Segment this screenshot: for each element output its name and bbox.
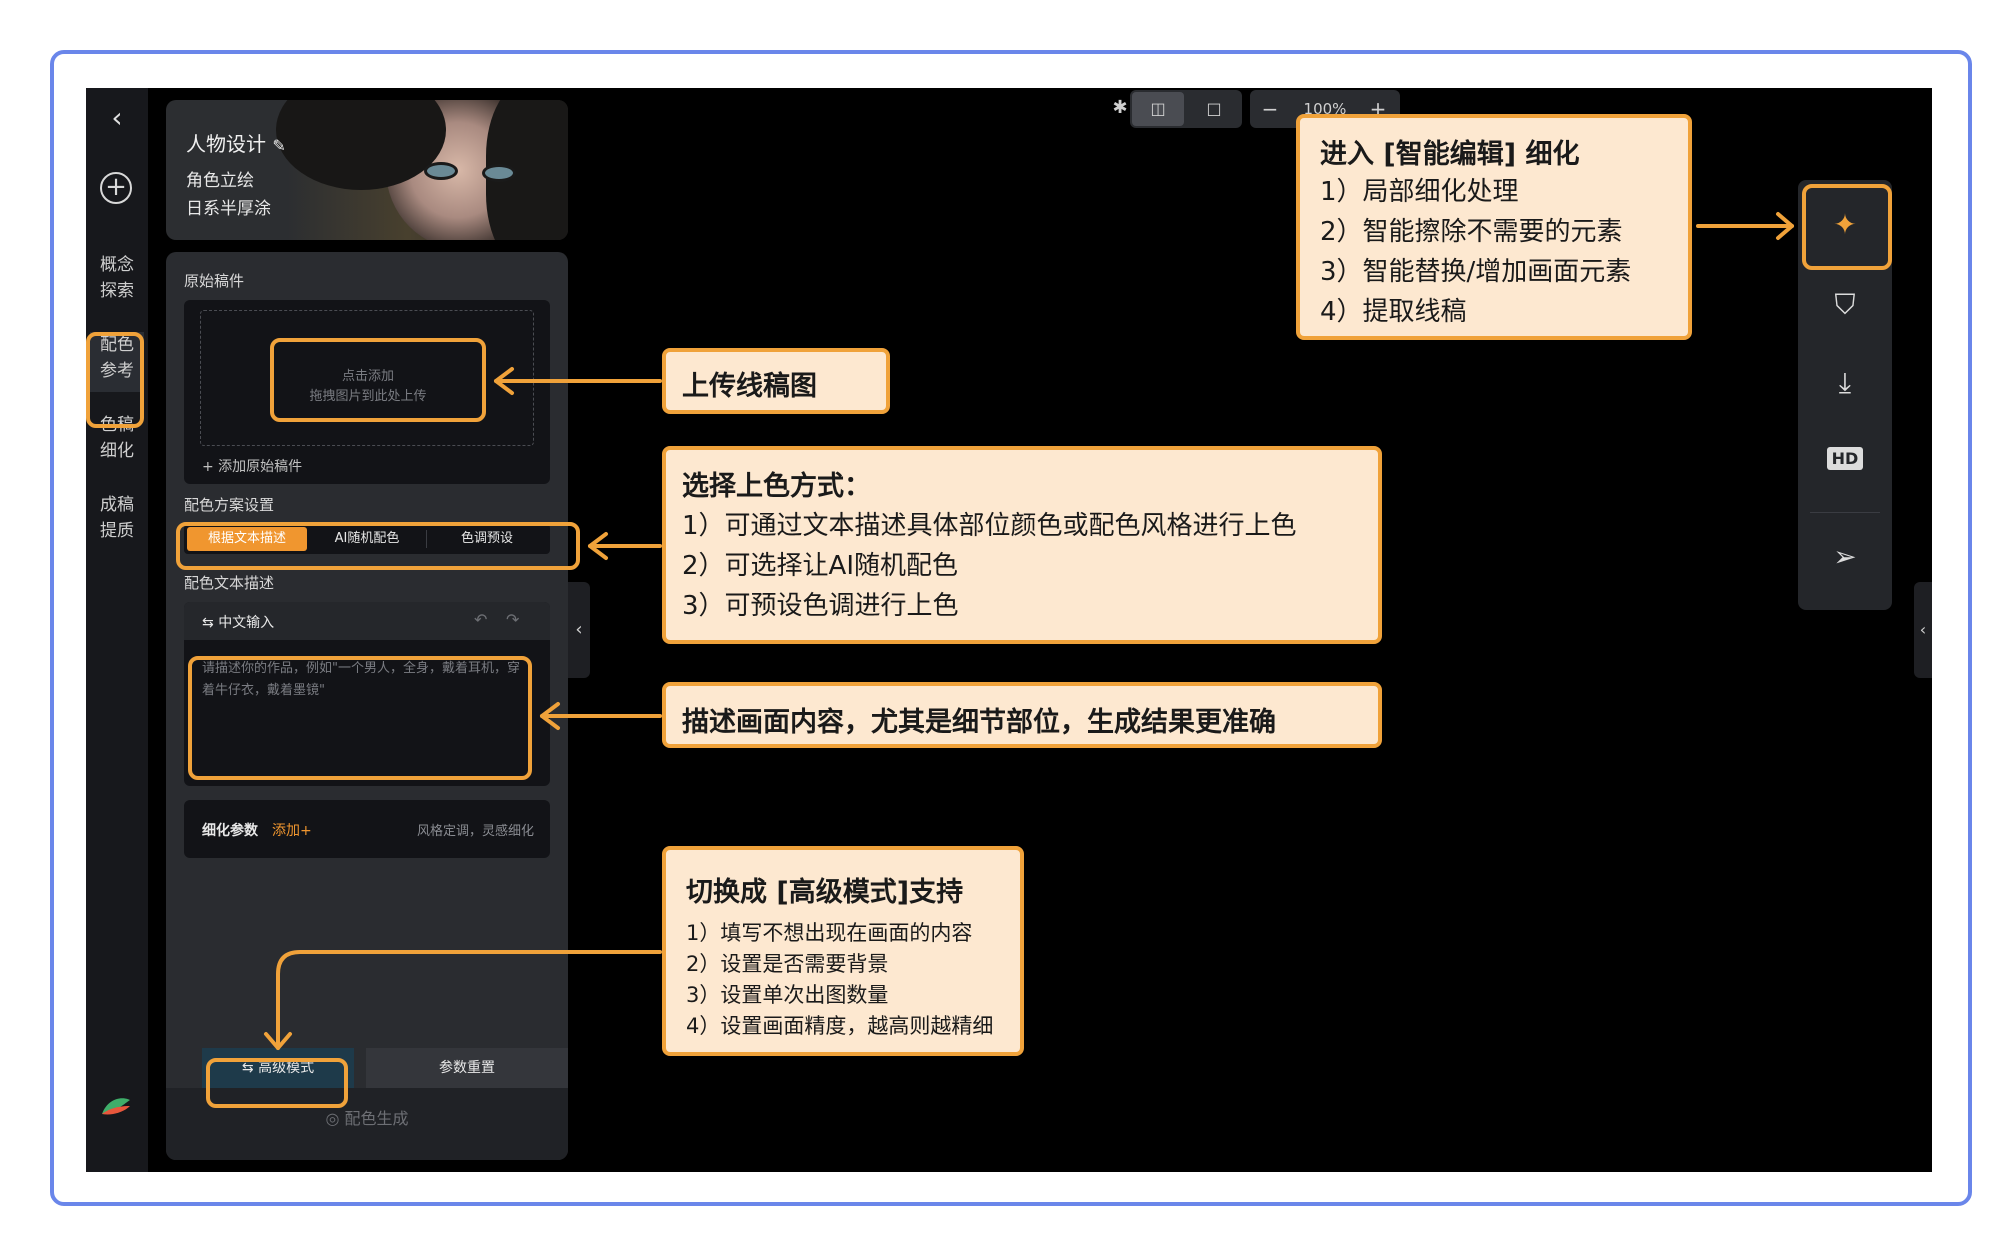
project-card[interactable]: 人物设计 ✎ 角色立绘 日系半厚涂 [166, 100, 568, 240]
callout-smart-line: 3）智能替换/增加画面元素 [1320, 257, 1632, 287]
shield-badge-icon[interactable]: ⛉ [1820, 280, 1870, 330]
highlight-nav-color [86, 332, 144, 428]
callout-smart-edit: 进入 [智能编辑] 细化 1）局部细化处理 2）智能擦除不需要的元素 3）智能替… [1296, 114, 1692, 340]
highlight-scheme [176, 522, 580, 570]
callout-advanced-line: 3）设置单次出图数量 [686, 983, 889, 1007]
nav-item-concept[interactable]: 概念 探索 [90, 252, 144, 312]
refine-params-row[interactable]: 细化参数 添加+ 风格定调，灵感细化 [184, 800, 550, 858]
project-title: 人物设计 ✎ [186, 132, 286, 156]
callout-advanced: 切换成 [高级模式]支持 1）填写不想出现在画面的内容 2）设置是否需要背景 3… [662, 846, 1024, 1056]
project-style: 日系半厚涂 [186, 199, 271, 219]
highlight-smart-edit [1802, 184, 1892, 270]
scheme-section-label: 配色方案设置 [184, 496, 275, 514]
callout-smart-line: 4）提取线稿 [1320, 297, 1467, 327]
brand-logo-icon [102, 1098, 130, 1115]
callout-upload: 上传线稿图 [662, 348, 890, 414]
add-params-button[interactable]: 添加+ [272, 820, 312, 840]
callout-coloring-line: 1）可通过文本描述具体部位颜色或配色风格进行上色 [682, 511, 1297, 541]
portrait-eye [482, 164, 516, 182]
input-language-toggle[interactable]: ⇆ 中文输入 [202, 612, 274, 632]
view-mode-toggle: ◫ □ [1130, 90, 1242, 128]
collapse-right-panel-icon[interactable]: ‹ [1914, 582, 1932, 678]
send-icon[interactable]: ➢ [1820, 532, 1870, 582]
callout-coloring-line: 2）可选择让AI随机配色 [682, 551, 958, 581]
description-header: ⇆ 中文输入 ↶ ↷ [184, 602, 550, 640]
highlight-advanced [206, 1058, 348, 1108]
nav-item-final-quality[interactable]: 成稿 提质 [90, 492, 144, 552]
project-subtitle: 角色立绘 [186, 171, 254, 191]
sketch-section-label: 原始稿件 [184, 272, 245, 290]
callout-coloring-title: 选择上色方式： [682, 471, 871, 502]
undo-icon[interactable]: ↶ [474, 610, 487, 629]
single-view-icon[interactable]: □ [1188, 92, 1240, 126]
add-sketch-link[interactable]: + 添加原始稿件 [202, 456, 302, 476]
callout-describe-text: 描述画面内容，尤其是细节部位，生成结果更准确 [682, 707, 1276, 738]
left-nav: ‹ + 概念 探索 配色 参考 色稿 细化 成稿 提质 [86, 88, 148, 1172]
palette-icon: ◎ [325, 1109, 340, 1128]
download-icon[interactable]: ⤓ [1820, 358, 1870, 408]
callout-advanced-title: 切换成 [高级模式]支持 [686, 877, 964, 908]
callout-smart-line: 2）智能擦除不需要的元素 [1320, 217, 1623, 247]
callout-advanced-line: 1）填写不想出现在画面的内容 [686, 921, 973, 945]
edit-pencil-icon[interactable]: ✎ [272, 136, 285, 155]
callout-smart-title: 进入 [智能编辑] 细化 [1320, 139, 1580, 170]
callout-coloring-line: 3）可预设色调进行上色 [682, 591, 959, 621]
collapse-left-panel-icon[interactable]: ‹ [568, 582, 590, 678]
back-icon[interactable]: ‹ [104, 102, 130, 134]
refine-params-label: 细化参数 [202, 823, 258, 839]
highlight-upload [270, 338, 486, 422]
callout-advanced-line: 4）设置画面精度，越高则越精细 [686, 1014, 994, 1038]
callout-upload-text: 上传线稿图 [682, 371, 817, 402]
redo-icon[interactable]: ↷ [506, 610, 519, 629]
hd-icon[interactable]: HD [1820, 434, 1870, 484]
swap-icon: ⇆ [202, 615, 214, 631]
zoom-out-icon[interactable]: − [1258, 90, 1282, 128]
callout-describe: 描述画面内容，尤其是细节部位，生成结果更准确 [662, 682, 1382, 748]
description-section-label: 配色文本描述 [184, 574, 275, 592]
callout-smart-line: 1）局部细化处理 [1320, 177, 1519, 207]
highlight-description [188, 656, 532, 780]
toolbar-divider [1810, 512, 1880, 513]
reset-params-button[interactable]: 参数重置 [366, 1048, 568, 1088]
portrait-eye [424, 162, 458, 180]
refine-params-hint: 风格定调，灵感细化 [416, 824, 534, 839]
callout-advanced-line: 2）设置是否需要背景 [686, 952, 889, 976]
add-circle-icon[interactable]: + [100, 172, 132, 204]
callout-coloring: 选择上色方式： 1）可通过文本描述具体部位颜色或配色风格进行上色 2）可选择让A… [662, 446, 1382, 644]
split-view-icon[interactable]: ◫ [1132, 92, 1184, 126]
